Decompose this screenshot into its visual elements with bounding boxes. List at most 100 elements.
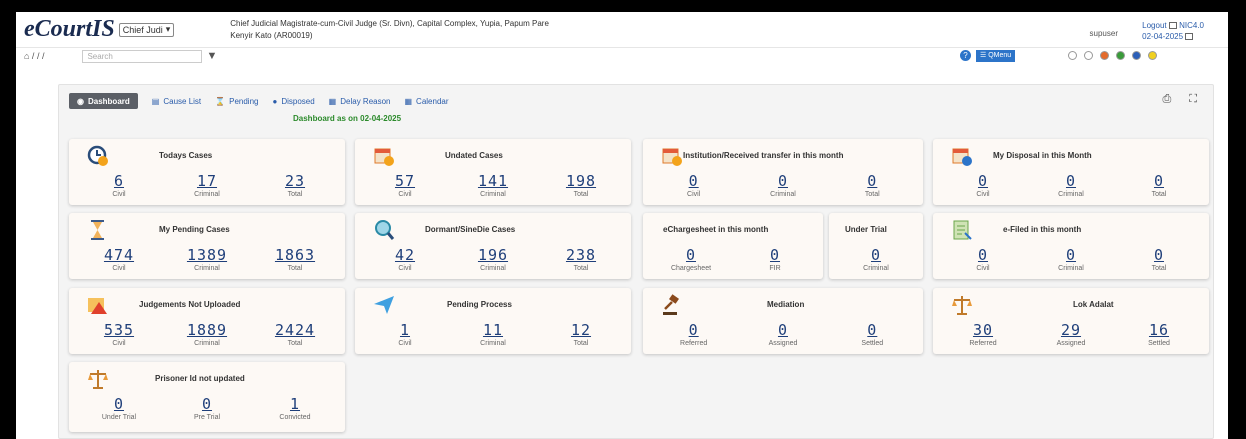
stat-value-link[interactable]: 0 <box>837 322 907 338</box>
stat-cell: 1889 Criminal <box>172 322 242 347</box>
court-select[interactable]: Chief Judi ▾ <box>118 22 175 37</box>
stat-value-link[interactable]: 42 <box>370 247 440 263</box>
list-icon: ▤ <box>151 96 160 106</box>
stat-value-link[interactable]: 0 <box>84 396 154 412</box>
stat-value-link[interactable]: 0 <box>748 322 818 338</box>
stat-cell: 0 FIR <box>740 247 810 272</box>
stat-value-link[interactable]: 1889 <box>172 322 242 338</box>
stat-label: Settled <box>1148 340 1170 347</box>
calendar-icon[interactable] <box>1185 33 1194 41</box>
card-values: 0 Civil 0 Criminal 0 Total <box>933 247 1209 272</box>
stat-value-link[interactable]: 196 <box>458 247 528 263</box>
theme-dot[interactable] <box>1068 51 1077 60</box>
stat-label: Referred <box>680 340 708 347</box>
stat-value-link[interactable]: 0 <box>1036 173 1106 189</box>
stat-value-link[interactable]: 30 <box>948 322 1018 338</box>
stat-value-link[interactable]: 0 <box>1124 173 1194 189</box>
stat-value-link[interactable]: 11 <box>458 322 528 338</box>
stat-label: Assigned <box>1056 340 1086 347</box>
search-input[interactable]: Search <box>82 49 203 63</box>
tab-disposed[interactable]: ● Disposed <box>272 93 314 109</box>
stat-value-link[interactable]: 0 <box>659 322 729 338</box>
card-title: My Pending Cases <box>159 225 230 234</box>
stat-value-link[interactable]: 17 <box>172 173 242 189</box>
stat-value-link[interactable]: 23 <box>260 173 330 189</box>
stat-label: Civil <box>976 265 990 272</box>
stat-value-link[interactable]: 1 <box>260 396 330 412</box>
qmenu-button[interactable]: ☰ QMenu <box>976 50 1016 62</box>
stat-label: Civil <box>976 191 990 198</box>
stat-value-link[interactable]: 0 <box>948 247 1018 263</box>
stat-value-link[interactable]: 0 <box>656 247 726 263</box>
theme-dot[interactable] <box>1084 51 1093 60</box>
tab-delay-reason[interactable]: ▦ Delay Reason <box>329 93 391 109</box>
stat-value-link[interactable]: 0 <box>1124 247 1194 263</box>
stat-value-link[interactable]: 0 <box>740 247 810 263</box>
stat-label: Criminal <box>480 191 506 198</box>
stat-value-link[interactable]: 0 <box>841 247 911 263</box>
hourglass-icon <box>87 219 109 241</box>
stat-cell: 0 Total <box>1124 247 1194 272</box>
stat-value-link[interactable]: 0 <box>748 173 818 189</box>
stat-cell: 6 Civil <box>84 173 154 198</box>
stat-label: Criminal <box>194 191 220 198</box>
stat-value-link[interactable]: 0 <box>172 396 242 412</box>
logout-link[interactable]: Logout <box>1142 21 1166 30</box>
stat-label: Total <box>573 191 589 198</box>
stat-label: Total <box>287 191 303 198</box>
tab-pending[interactable]: ⌛ Pending <box>215 93 258 109</box>
stat-value-link[interactable]: 57 <box>370 173 440 189</box>
stat-value-link[interactable]: 198 <box>546 173 616 189</box>
stat-value-link[interactable]: 12 <box>546 322 616 338</box>
theme-dot[interactable] <box>1132 51 1141 60</box>
card-values: 30 Referred 29 Assigned 16 Settled <box>933 322 1209 347</box>
stat-value-link[interactable]: 6 <box>84 173 154 189</box>
stat-value-link[interactable]: 0 <box>1036 247 1106 263</box>
tab-dashboard[interactable]: ◉ Dashboard <box>69 93 138 109</box>
tab-calendar[interactable]: ▦ Calendar <box>404 93 448 109</box>
stat-value-link[interactable]: 535 <box>84 322 154 338</box>
print-icon[interactable]: ⎙ <box>1162 93 1171 106</box>
stat-value-link[interactable]: 1389 <box>172 247 242 263</box>
theme-dot[interactable] <box>1148 51 1157 60</box>
stat-value-link[interactable]: 0 <box>948 173 1018 189</box>
stat-value-link[interactable]: 1 <box>370 322 440 338</box>
stat-cell: 0 Criminal <box>1036 247 1106 272</box>
help-icon[interactable]: ? <box>960 50 971 61</box>
stat-label: Criminal <box>863 265 889 272</box>
stat-value-link[interactable]: 2424 <box>260 322 330 338</box>
stat-cell: 11 Criminal <box>458 322 528 347</box>
breadcrumb[interactable]: ⌂ / / / <box>24 51 44 61</box>
stat-value-link[interactable]: 474 <box>84 247 154 263</box>
stat-value-link[interactable]: 16 <box>1124 322 1194 338</box>
filter-icon[interactable]: ▼ <box>206 50 217 62</box>
stat-label: Criminal <box>1058 191 1084 198</box>
stat-value-link[interactable]: 238 <box>546 247 616 263</box>
username: supuser <box>1089 29 1118 38</box>
stat-value-link[interactable]: 29 <box>1036 322 1106 338</box>
theme-dot[interactable] <box>1100 51 1109 60</box>
card-title: Undated Cases <box>445 151 503 160</box>
card-mediation: Mediation 0 Referred 0 Assigned 0 Settled <box>643 288 923 354</box>
stat-cell: 0 Criminal <box>748 173 818 198</box>
logout-icon[interactable] <box>1168 22 1177 30</box>
stat-cell: 30 Referred <box>948 322 1018 347</box>
card-values: 535 Civil 1889 Criminal 2424 Total <box>69 322 345 347</box>
stat-value-link[interactable]: 141 <box>458 173 528 189</box>
fullscreen-icon[interactable]: ⛶ <box>1189 93 1197 106</box>
stat-value-link[interactable]: 1863 <box>260 247 330 263</box>
stat-cell: 1389 Criminal <box>172 247 242 272</box>
stat-cell: 42 Civil <box>370 247 440 272</box>
gavel-icon <box>661 294 683 316</box>
stat-cell: 0 Total <box>837 173 907 198</box>
stat-label: Assigned <box>768 340 798 347</box>
stat-value-link[interactable]: 0 <box>659 173 729 189</box>
tab-cause-list[interactable]: ▤ Cause List <box>152 93 201 109</box>
stat-cell: 1 Convicted <box>260 396 330 421</box>
top-header: eCourtIS Chief Judi ▾ Chief Judicial Magi… <box>16 12 1228 48</box>
theme-dot[interactable] <box>1116 51 1125 60</box>
stat-value-link[interactable]: 0 <box>837 173 907 189</box>
card-dormant: Dormant/SineDie Cases 42 Civil 196 Criminal 2… <box>355 213 631 279</box>
stat-cell: 0 Chargesheet <box>656 247 726 272</box>
stat-cell: 141 Criminal <box>458 173 528 198</box>
